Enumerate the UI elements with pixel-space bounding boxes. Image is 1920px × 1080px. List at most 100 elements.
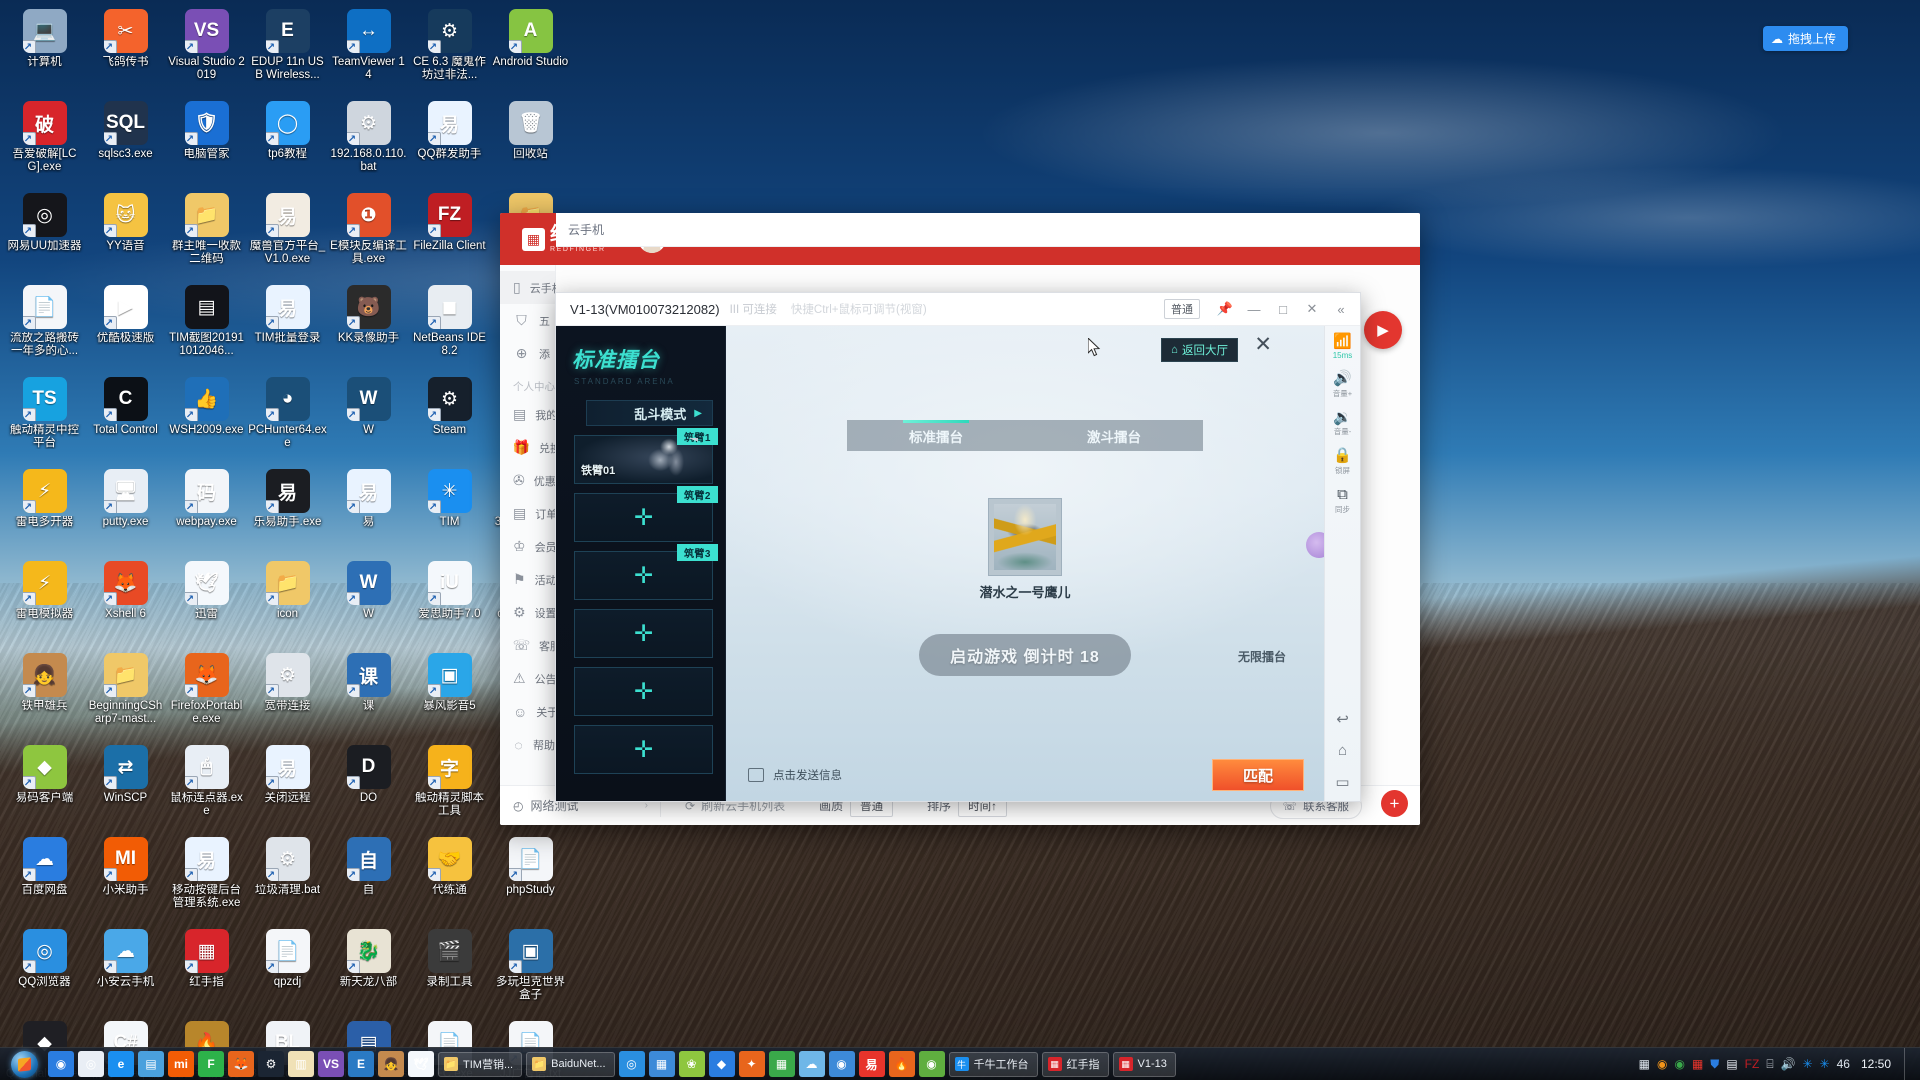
add-device-fab[interactable]: + (1381, 790, 1408, 817)
desktop-icon[interactable]: ✂ ↗ 飞鸽传书 (85, 4, 166, 96)
tab-cloud-phone[interactable]: 云手机 (568, 221, 604, 238)
sidebar-item-coupon[interactable]: ✇ 优惠 (500, 464, 556, 497)
desktop-icon[interactable]: 📁 ↗ BeginningCSharp7-mast... (85, 648, 166, 740)
pin-icon[interactable]: 📌 (1212, 297, 1238, 322)
game-mode-selector[interactable]: 乱斗模式 ▶ (586, 400, 713, 426)
desktop-icon[interactable]: 🐱 ↗ YY语音 (85, 188, 166, 280)
rail-item-lock-screen[interactable]: 🔒 锁屏 (1333, 448, 1353, 476)
qq-icon[interactable]: ◎ (618, 1051, 645, 1077)
book-icon[interactable]: ▥ (288, 1051, 314, 1077)
infinite-arena-label[interactable]: 无限擂台 (1238, 648, 1286, 665)
rail-item-volume-up[interactable]: 🔊 音量+ (1333, 370, 1353, 399)
volume-tray-icon[interactable]: 🔊 (1781, 1057, 1796, 1071)
leaf-icon[interactable]: ❀ (678, 1051, 705, 1077)
desktop-icon[interactable]: ❶ ↗ E模块反编译工具.exe (328, 188, 409, 280)
star1-tray-icon[interactable]: ✳ (1802, 1057, 1812, 1071)
green-tray-icon[interactable]: ◉ (1674, 1057, 1684, 1071)
f-icon[interactable]: F (198, 1051, 224, 1077)
cloud-icon[interactable]: ☁ (798, 1051, 825, 1077)
desktop-icon[interactable]: 🕊 ↗ 迅雷 (166, 556, 247, 648)
desktop-icon[interactable]: 🛡 ↗ 电脑管家 (166, 96, 247, 188)
play-button[interactable]: ▶ (1364, 311, 1402, 349)
desktop-icon[interactable]: ▶ ↗ 优酷极速版 (85, 280, 166, 372)
shield-icon[interactable]: ◆ (708, 1051, 735, 1077)
calendar-tray-icon[interactable]: ▦ (1639, 1057, 1650, 1071)
tool-icon[interactable]: ✦ (738, 1051, 765, 1077)
yi-icon[interactable]: 易 (858, 1051, 885, 1077)
vm-titlebar[interactable]: V1-13(VM010073212082) III 可连接 快捷Ctrl+鼠标可… (556, 293, 1360, 326)
desktop-icon[interactable]: 🗑 回收站 (490, 96, 571, 188)
desktop-icon[interactable]: ◕ ↗ PCHunter64.exe (247, 372, 328, 464)
desktop-icon[interactable]: ◎ ↗ 网易UU加速器 (4, 188, 85, 280)
desktop-icon[interactable]: ↔ ↗ TeamViewer 14 (328, 4, 409, 96)
desktop-icon[interactable]: 🎬 录制工具 (409, 924, 490, 1016)
desktop-icon[interactable]: ☁ ↗ 小安云手机 (85, 924, 166, 1016)
desktop-icon[interactable]: 🐻 ↗ KK录像助手 (328, 280, 409, 372)
chat-row[interactable]: 点击发送信息 (748, 767, 842, 783)
count-tray-icon[interactable]: 46 (1837, 1057, 1850, 1071)
sidebar-item-wallet[interactable]: ▤ 我的 (500, 398, 557, 431)
game-slot[interactable]: 筑臂3 ✛ (574, 544, 718, 600)
desktop-icon[interactable]: 📁 ↗ icon (247, 556, 328, 648)
baidunet-task[interactable]: 📁 BaiduNet... (526, 1051, 615, 1077)
desktop-icon[interactable]: ⚡ ↗ 雷电多开器 (4, 464, 85, 556)
sidebar-item-shield-check[interactable]: ⛉ 五 (500, 304, 555, 337)
rail-item-volume-down[interactable]: 🔉 音量- (1333, 409, 1353, 438)
shield-tray-icon[interactable]: ⛊ (1710, 1057, 1719, 1072)
vs-icon[interactable]: VS (318, 1051, 344, 1077)
desktop-icon[interactable]: ◼ ↗ NetBeans IDE 8.2 (409, 280, 490, 372)
flame-icon[interactable]: 🔥 (888, 1051, 915, 1077)
desktop-icon[interactable]: 易 ↗ 魔兽官方平台_V1.0.exe (247, 188, 328, 280)
sidebar-item-gear[interactable]: ⚙ 设置 (500, 596, 557, 629)
vm-quality-badge[interactable]: 普通 (1164, 299, 1200, 319)
desktop-icon[interactable]: FZ ↗ FileZilla Client (409, 188, 490, 280)
sidebar-item-headset[interactable]: ☏ 客服 (500, 629, 561, 662)
sidebar-item-info[interactable]: ◌ 帮助 (500, 728, 555, 761)
notepad-icon[interactable]: ▤ (138, 1051, 164, 1077)
sidebar-item-crown[interactable]: ♔ 会员 (500, 530, 557, 563)
plus-icon[interactable]: ✛ (634, 738, 653, 761)
desktop-icon[interactable]: ◯ ↗ tp6教程 (247, 96, 328, 188)
desktop-icon[interactable]: 自 ↗ 自 (328, 832, 409, 924)
game-slot[interactable]: ✛ (574, 609, 713, 658)
desktop-icon[interactable]: 破 ↗ 吾爱破解[LCG].exe (4, 96, 85, 188)
desktop-icon[interactable]: ▣ ↗ 暴风影音5 (409, 648, 490, 740)
desktop-icon[interactable]: VS ↗ Visual Studio 2019 (166, 4, 247, 96)
chrome2-icon[interactable]: ◉ (918, 1051, 945, 1077)
chrome-icon[interactable]: ◉ (48, 1051, 74, 1077)
clock[interactable]: 12:50 (1857, 1057, 1891, 1071)
desktop-icon[interactable]: C ↗ Total Control (85, 372, 166, 464)
desktop-icon[interactable]: W ↗ W (328, 556, 409, 648)
show-desktop-button[interactable] (1904, 1047, 1912, 1080)
desktop-icon[interactable]: ◆ ↗ 易码客户端 (4, 740, 85, 832)
star2-tray-icon[interactable]: ✳ (1820, 1057, 1830, 1071)
desktop-icon[interactable]: 字 ↗ 触动精灵脚本工具 (409, 740, 490, 832)
plus-icon[interactable]: ✛ (634, 506, 653, 529)
desktop-icon[interactable]: ⚡ ↗ 雷电模拟器 (4, 556, 85, 648)
cards-tray-icon[interactable]: ▤ (1726, 1057, 1737, 1071)
game-slot[interactable]: ✛ (574, 667, 713, 716)
desktop-icon[interactable]: 易 ↗ QQ群发助手 (409, 96, 490, 188)
desktop-icon[interactable]: ⇄ ↗ WinSCP (85, 740, 166, 832)
red-tray-icon[interactable]: ▦ (1692, 1057, 1703, 1071)
desktop-icon[interactable]: 📁 ↗ 群主唯一收款二维码 (166, 188, 247, 280)
vm-window[interactable]: V1-13(VM010073212082) III 可连接 快捷Ctrl+鼠标可… (555, 292, 1361, 802)
desktop-icon[interactable]: ⚙ ↗ 宽带连接 (247, 648, 328, 740)
desktop-icon[interactable]: E ↗ EDUP 11n USB Wireless... (247, 4, 328, 96)
sidebar-item-gift[interactable]: 🎁 兑换 (500, 431, 561, 464)
vm-maximize-button[interactable]: □ (1270, 297, 1296, 322)
start-button[interactable] (2, 1049, 46, 1080)
desktop-icon[interactable]: ▤ TIM截图201911012046... (166, 280, 247, 372)
fz-tray-icon[interactable]: FZ (1745, 1057, 1760, 1071)
desktop-icon[interactable]: A ↗ Android Studio (490, 4, 571, 96)
desktop-icon[interactable]: 🖥 ↗ putty.exe (85, 464, 166, 556)
close-icon[interactable]: ✕ (1254, 334, 1272, 355)
match-button[interactable]: 匹配 (1212, 759, 1304, 791)
desktop-icon[interactable]: MI ↗ 小米助手 (85, 832, 166, 924)
rail-item-sync[interactable]: ⧉ 同步 (1333, 487, 1353, 515)
steam-icon[interactable]: ⚙ (258, 1051, 284, 1077)
start-game-countdown[interactable]: 启动游戏 倒计时 18 (919, 634, 1131, 676)
desktop-icon[interactable]: iU ↗ 爱思助手7.0 (409, 556, 490, 648)
desktop-icon[interactable]: 📄 ↗ phpStudy (490, 832, 571, 924)
xiaomi-icon[interactable]: mi (168, 1051, 194, 1077)
